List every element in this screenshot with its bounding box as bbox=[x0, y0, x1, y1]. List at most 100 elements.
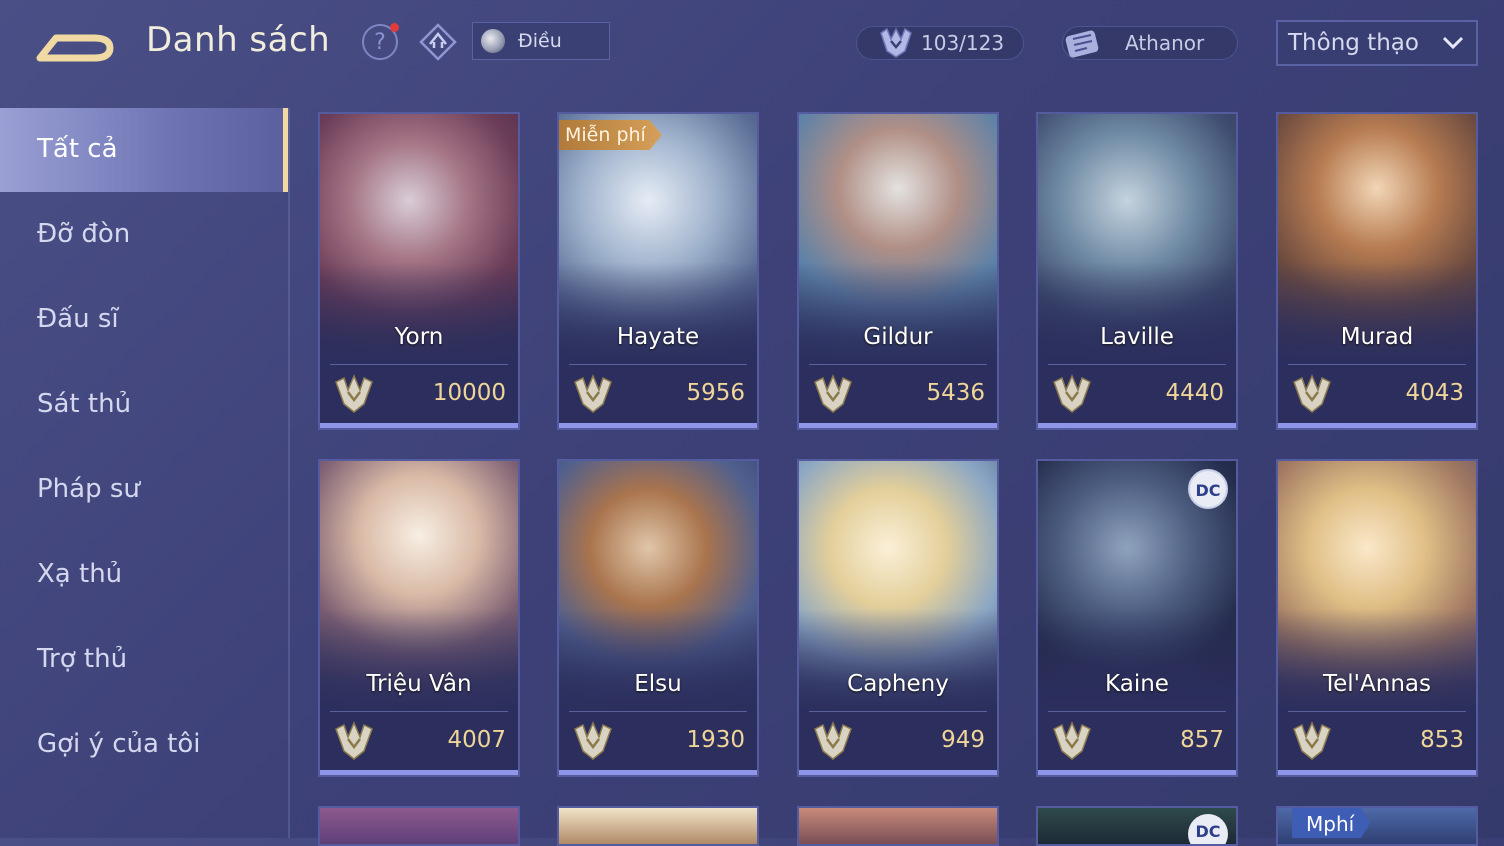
hero-card-laville[interactable]: Laville 4440 bbox=[1036, 112, 1238, 430]
free-tag: Mphí bbox=[1292, 808, 1371, 838]
mastery-badge-icon bbox=[814, 721, 852, 760]
mastery-badge-icon bbox=[335, 374, 373, 413]
hero-card-trieu-van[interactable]: Triệu Vân 4007 bbox=[318, 459, 520, 777]
card-bar bbox=[320, 423, 518, 428]
player-selector[interactable]: Điều bbox=[472, 22, 610, 60]
hero-card-peek[interactable]: DC bbox=[1036, 806, 1238, 846]
back-arrow-icon[interactable] bbox=[34, 24, 116, 64]
chevron-down-icon bbox=[1442, 36, 1464, 50]
card-divider bbox=[1288, 711, 1466, 712]
card-divider bbox=[1048, 364, 1226, 365]
hero-grid: Yorn 10000 Miễn phí Hayate 5956 Gildur 5… bbox=[318, 112, 1480, 838]
hero-name: Laville bbox=[1100, 324, 1174, 350]
sort-name: Athanor bbox=[1125, 31, 1205, 55]
card-divider bbox=[1288, 364, 1466, 365]
mastery-badge-icon bbox=[1293, 721, 1331, 760]
sidebar-item-assassin[interactable]: Sát thủ bbox=[0, 363, 288, 447]
card-divider bbox=[569, 364, 747, 365]
hero-card-murad[interactable]: Murad 4043 bbox=[1276, 112, 1478, 430]
hero-mastery-score: 857 bbox=[1180, 727, 1224, 753]
rank-icon[interactable] bbox=[418, 22, 458, 62]
hero-card-peek[interactable]: Mphí bbox=[1276, 806, 1478, 846]
card-divider bbox=[569, 711, 747, 712]
hero-card-peek[interactable] bbox=[318, 806, 520, 846]
mastery-badge-icon bbox=[574, 721, 612, 760]
filter-dropdown[interactable]: Thông thạo bbox=[1276, 20, 1478, 66]
hero-name: Yorn bbox=[394, 324, 444, 350]
sidebar-item-marksman[interactable]: Xạ thủ bbox=[0, 533, 288, 617]
filter-selected: Thông thạo bbox=[1288, 30, 1419, 56]
hero-mastery-score: 949 bbox=[941, 727, 985, 753]
avatar bbox=[481, 29, 505, 53]
hero-mastery-score: 4440 bbox=[1165, 380, 1224, 406]
sidebar-item-label: Sát thủ bbox=[37, 389, 132, 419]
hero-count-pill: 103/123 bbox=[856, 26, 1024, 60]
sidebar-item-label: Xạ thủ bbox=[37, 559, 123, 589]
hero-card-gildur[interactable]: Gildur 5436 bbox=[797, 112, 999, 430]
hero-count-icon bbox=[880, 27, 912, 58]
sidebar-divider bbox=[288, 108, 290, 838]
hero-mastery-score: 4043 bbox=[1405, 380, 1464, 406]
sidebar-item-label: Đỡ đòn bbox=[37, 219, 131, 249]
sidebar-item-support[interactable]: Trợ thủ bbox=[0, 618, 288, 702]
player-name: Điều bbox=[518, 30, 562, 52]
hero-card-telannas[interactable]: Tel'Annas 853 bbox=[1276, 459, 1478, 777]
mastery-badge-icon bbox=[814, 374, 852, 413]
hero-card-elsu[interactable]: Elsu 1930 bbox=[557, 459, 759, 777]
hero-name: Gildur bbox=[863, 324, 933, 350]
sidebar-item-label: Gợi ý của tôi bbox=[37, 729, 201, 759]
hero-card-peek[interactable] bbox=[797, 806, 999, 846]
free-tag: Miễn phí bbox=[559, 120, 662, 150]
page-title: Danh sách bbox=[146, 20, 331, 60]
hero-card-peek[interactable] bbox=[557, 806, 759, 846]
hero-card-hayate[interactable]: Miễn phí Hayate 5956 bbox=[557, 112, 759, 430]
sidebar-item-all[interactable]: Tất cả bbox=[0, 108, 288, 192]
scroll-icon bbox=[1065, 30, 1099, 58]
hero-card-capheny[interactable]: Capheny 949 bbox=[797, 459, 999, 777]
hero-name: Elsu bbox=[634, 671, 682, 697]
card-bar bbox=[559, 423, 757, 428]
sidebar-item-my-suggestions[interactable]: Gợi ý của tôi bbox=[0, 703, 288, 787]
hero-name: Tel'Annas bbox=[1323, 671, 1431, 697]
help-button[interactable]: ? bbox=[362, 23, 399, 60]
sidebar-item-warrior[interactable]: Đấu sĩ bbox=[0, 278, 288, 362]
mastery-badge-icon bbox=[574, 374, 612, 413]
hero-name: Kaine bbox=[1105, 671, 1169, 697]
hero-mastery-score: 5436 bbox=[926, 380, 985, 406]
hero-name: Murad bbox=[1340, 324, 1414, 350]
card-divider bbox=[809, 364, 987, 365]
hero-card-kaine[interactable]: DC Kaine 857 bbox=[1036, 459, 1238, 777]
hero-name: Hayate bbox=[616, 324, 700, 350]
mastery-badge-icon bbox=[1053, 374, 1091, 413]
hero-mastery-score: 1930 bbox=[686, 727, 745, 753]
card-bar bbox=[559, 770, 757, 775]
card-bar bbox=[1038, 770, 1236, 775]
mastery-badge-icon bbox=[335, 721, 373, 760]
top-bar: Danh sách ? Điều 103/123 Athanor Thông t… bbox=[0, 0, 1504, 86]
hero-mastery-score: 4007 bbox=[447, 727, 506, 753]
sidebar-item-label: Đấu sĩ bbox=[37, 304, 119, 334]
card-bar bbox=[1278, 770, 1476, 775]
card-bar bbox=[1278, 423, 1476, 428]
mastery-badge-icon bbox=[1293, 374, 1331, 413]
hero-name: Triệu Vân bbox=[366, 671, 472, 697]
sidebar-item-tank[interactable]: Đỡ đòn bbox=[0, 193, 288, 277]
sidebar-item-label: Trợ thủ bbox=[37, 644, 128, 674]
dc-logo-icon: DC bbox=[1188, 814, 1228, 844]
hero-mastery-score: 853 bbox=[1420, 727, 1464, 753]
card-bar bbox=[1038, 423, 1236, 428]
mastery-badge-icon bbox=[1053, 721, 1091, 760]
hero-name: Capheny bbox=[847, 671, 949, 697]
card-bar bbox=[799, 770, 997, 775]
sort-pill[interactable]: Athanor bbox=[1062, 26, 1238, 60]
card-divider bbox=[330, 364, 508, 365]
hero-mastery-score: 10000 bbox=[432, 380, 506, 406]
card-divider bbox=[1048, 711, 1226, 712]
hero-card-yorn[interactable]: Yorn 10000 bbox=[318, 112, 520, 430]
role-sidebar: Tất cả Đỡ đòn Đấu sĩ Sát thủ Pháp sư Xạ … bbox=[0, 108, 290, 838]
notification-dot bbox=[390, 23, 399, 32]
card-divider bbox=[809, 711, 987, 712]
hero-mastery-score: 5956 bbox=[686, 380, 745, 406]
sidebar-item-mage[interactable]: Pháp sư bbox=[0, 448, 288, 532]
dc-logo-icon: DC bbox=[1188, 469, 1228, 509]
